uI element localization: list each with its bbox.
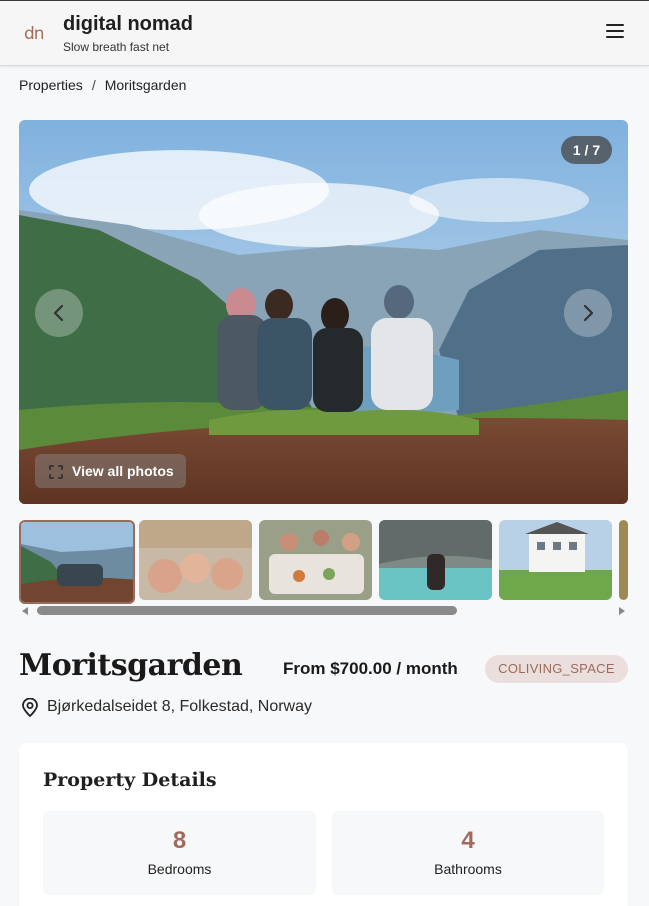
bedrooms-label: Bedrooms: [147, 861, 212, 877]
view-all-photos-button[interactable]: View all photos: [35, 454, 186, 488]
breadcrumb-properties-link[interactable]: Properties: [19, 77, 83, 93]
bedrooms-count: 8: [172, 827, 187, 854]
thumbnail-image: [139, 520, 252, 600]
breadcrumb: Properties / Moritsgarden: [19, 77, 186, 93]
main-photo-image: [19, 120, 628, 504]
bathrooms-label: Bathrooms: [434, 861, 502, 877]
view-all-photos-label: View all photos: [72, 463, 174, 479]
thumbnail-1[interactable]: [19, 520, 135, 604]
brand-name[interactable]: digital nomad: [63, 13, 193, 36]
thumbnail-image: [499, 520, 612, 600]
thumbnail-6[interactable]: [619, 520, 628, 600]
breadcrumb-separator: /: [91, 77, 96, 93]
thumbnail-5[interactable]: [499, 520, 612, 600]
scroll-right-arrow-icon[interactable]: [619, 607, 625, 615]
property-title: Moritsgarden: [19, 648, 243, 683]
thumbnail-scrollbar[interactable]: [19, 605, 628, 617]
thumbnail-image: [21, 522, 133, 602]
thumbnail-2[interactable]: [139, 520, 252, 600]
bedrooms-stat: 8 Bedrooms: [43, 811, 316, 895]
thumbnail-3[interactable]: [259, 520, 372, 600]
thumbnail-strip: [19, 520, 628, 604]
property-address-text: Bjørkedalseidet 8, Folkestad, Norway: [47, 698, 312, 715]
thumbnail-image: [259, 520, 372, 600]
expand-icon: [49, 465, 63, 479]
brand-tagline: Slow breath fast net: [63, 40, 170, 54]
location-pin-icon: [22, 698, 38, 718]
thumbnail-image: [619, 520, 628, 600]
property-details-card: Property Details 8 Bedrooms 4 Bathrooms: [19, 743, 628, 906]
breadcrumb-current: Moritsgarden: [104, 77, 187, 93]
property-details-heading: Property Details: [43, 769, 217, 791]
main-photo[interactable]: 1 / 7 View all photos: [19, 120, 628, 504]
logo[interactable]: dn: [24, 24, 50, 44]
site-header: dn digital nomad Slow breath fast net: [0, 0, 649, 66]
menu-icon[interactable]: [604, 22, 626, 42]
property-type-badge: COLIVING_SPACE: [485, 655, 628, 683]
bathrooms-count: 4: [461, 827, 475, 854]
chevron-right-icon: [583, 304, 594, 322]
thumbnail-4[interactable]: [379, 520, 492, 600]
photo-counter: 1 / 7: [561, 136, 612, 164]
scrollbar-thumb[interactable]: [37, 606, 457, 615]
previous-photo-button[interactable]: [35, 289, 83, 337]
chevron-left-icon: [53, 304, 64, 322]
scroll-left-arrow-icon[interactable]: [22, 607, 28, 615]
next-photo-button[interactable]: [564, 289, 612, 337]
bathrooms-stat: 4 Bathrooms: [332, 811, 604, 895]
thumbnail-image: [379, 520, 492, 600]
property-price: From $700.00 / month: [283, 659, 458, 678]
